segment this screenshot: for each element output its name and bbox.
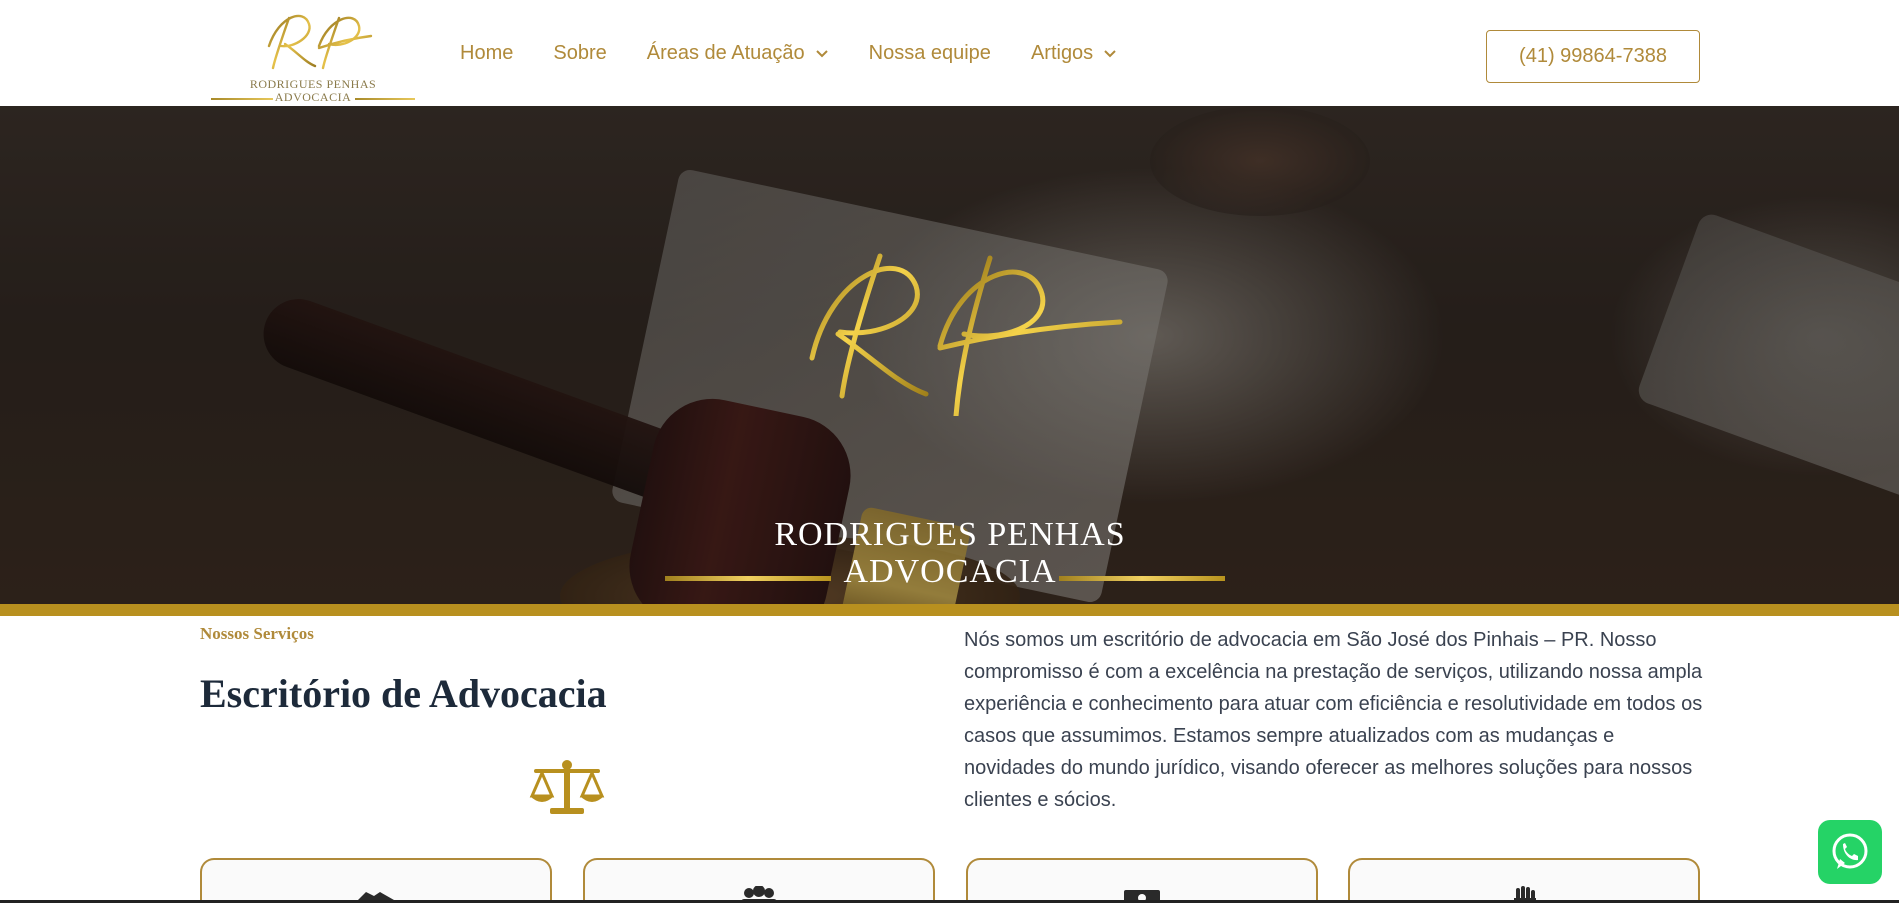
whatsapp-icon <box>1832 833 1868 869</box>
nav-item-home[interactable]: Home <box>460 42 513 65</box>
hero-divider-right <box>1059 576 1225 581</box>
hero-banner: RODRIGUES PENHAS ADVOCACIA <box>0 106 1899 604</box>
section-label: Nossos Serviços <box>200 624 314 643</box>
logo-divider-right <box>355 98 415 100</box>
service-cards <box>200 858 1700 903</box>
logo-monogram-icon <box>267 14 373 70</box>
hero-logo: RODRIGUES PENHAS ADVOCACIA <box>665 216 1230 596</box>
nav-item-label: Áreas de Atuação <box>646 41 805 64</box>
whatsapp-button[interactable] <box>1818 820 1882 884</box>
phone-button[interactable]: (41) 99864-7388 <box>1486 30 1700 83</box>
nav-item-label: Home <box>460 41 514 64</box>
hero-title-line1: RODRIGUES PENHAS <box>774 516 1126 553</box>
nav-item-label: Artigos <box>1030 41 1094 64</box>
service-card[interactable] <box>583 858 935 903</box>
service-card[interactable] <box>200 858 552 903</box>
site-header: RODRIGUES PENHAS ADVOCACIA Home Sobre Ár… <box>0 0 1899 106</box>
nav-item-label: Nossa equipe <box>868 41 991 64</box>
nav-item-nossa-equipe[interactable]: Nossa equipe <box>869 42 991 65</box>
site-logo[interactable]: RODRIGUES PENHAS ADVOCACIA <box>209 6 417 104</box>
hero-title-line2: ADVOCACIA <box>843 553 1057 590</box>
nav-item-label: Sobre <box>553 41 607 64</box>
chevron-down-icon <box>1104 50 1116 58</box>
nav-item-areas-de-atuacao[interactable]: Áreas de Atuação <box>647 42 829 65</box>
service-card[interactable] <box>966 858 1318 903</box>
service-card[interactable] <box>1348 858 1700 903</box>
main-nav: Home Sobre Áreas de Atuação Nossa equipe… <box>460 0 1157 106</box>
hero-monogram-icon <box>809 253 1123 419</box>
services-description: Nós somos um escritório de advocacia em … <box>964 629 1703 811</box>
nav-item-sobre[interactable]: Sobre <box>553 42 606 65</box>
chevron-down-icon <box>815 50 828 58</box>
gold-divider-band <box>0 604 1899 616</box>
nav-item-artigos[interactable]: Artigos <box>1031 42 1117 65</box>
scales-of-justice-icon <box>529 760 605 814</box>
section-title: Escritório de Advocacia <box>200 671 607 716</box>
